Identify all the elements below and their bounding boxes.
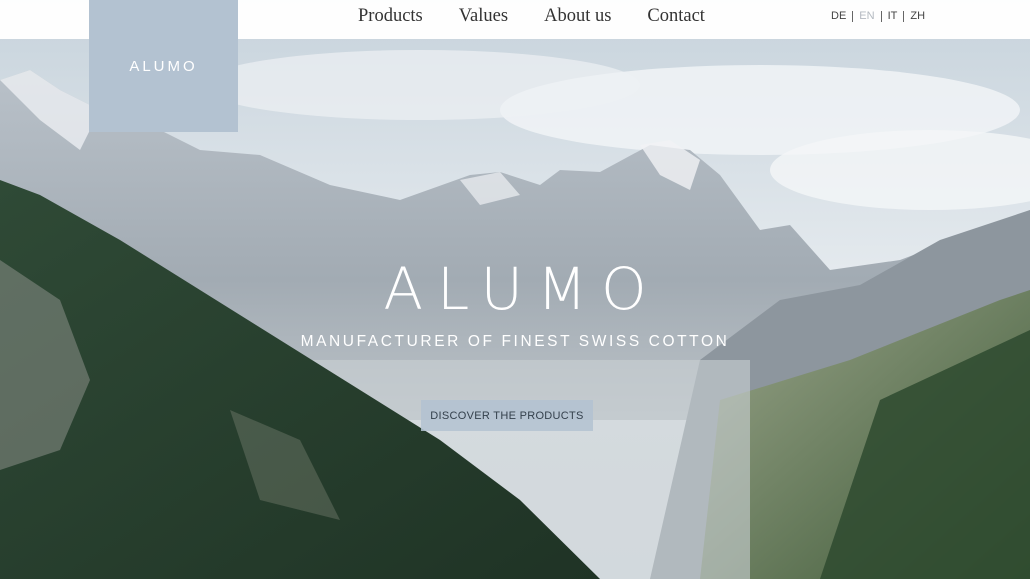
language-zh-link[interactable]: ZH [904,10,931,22]
brand-logo-text: ALUMO [129,57,198,75]
hero-title: ALUMO [383,255,661,323]
nav-products-link[interactable]: Products [358,5,423,29]
nav-values-link[interactable]: Values [459,5,508,29]
language-de-link[interactable]: DE [831,10,852,22]
language-it-link[interactable]: IT [882,10,904,22]
language-switcher: DE EN IT ZH [831,10,931,22]
hero-subtitle: MANUFACTURER OF FINEST SWISS COTTON [300,333,730,350]
main-navigation: Products Values About us Contact [358,5,741,29]
nav-about-us-link[interactable]: About us [544,5,611,29]
discover-products-button[interactable]: DISCOVER THE PRODUCTS [421,400,593,431]
nav-contact-link[interactable]: Contact [647,5,705,29]
brand-logo[interactable]: ALUMO [89,0,238,132]
language-en-link[interactable]: EN [853,10,880,22]
